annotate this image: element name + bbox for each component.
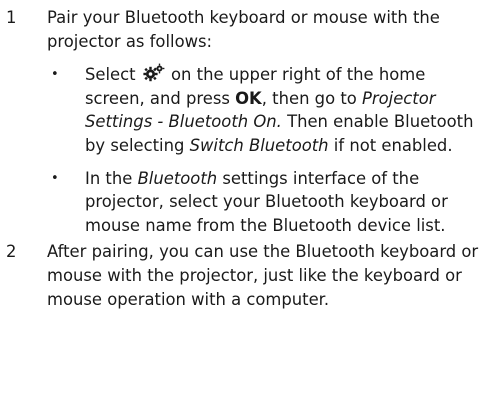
bullet-text-if-not: if not enabled. <box>333 135 453 155</box>
step-1: 1 Pair your Bluetooth keyboard or mouse … <box>0 6 485 53</box>
settings-gear-icon <box>143 63 165 82</box>
instruction-list: 1 Pair your Bluetooth keyboard or mouse … <box>0 0 485 311</box>
step-number: 2 <box>6 242 17 262</box>
bullet-marker: • <box>51 170 59 186</box>
switch-bluetooth-option: Switch Bluetooth <box>189 135 329 155</box>
bullet-item-settings: • Select on the upper right of the home … <box>0 63 485 157</box>
step-text: After pairing, you can use the Bluetooth… <box>47 242 479 309</box>
step-number: 1 <box>6 8 17 27</box>
bluetooth-settings-name: Bluetooth <box>137 168 218 188</box>
bullet-list: • Select on the upper right of the home … <box>0 63 485 237</box>
bullet-text-then-go: , then go to <box>261 88 357 108</box>
bullet-text-in-the: In the <box>85 168 133 188</box>
bullet-text-select: Select <box>85 65 136 85</box>
ok-key-label: OK <box>235 88 262 108</box>
bullet-marker: • <box>51 67 59 83</box>
bullet-item-select-device: • In the Bluetooth settings interface of… <box>0 167 485 238</box>
step-text: Pair your Bluetooth keyboard or mouse wi… <box>47 8 440 51</box>
step-2: 2 After pairing, you can use the Bluetoo… <box>0 240 485 311</box>
